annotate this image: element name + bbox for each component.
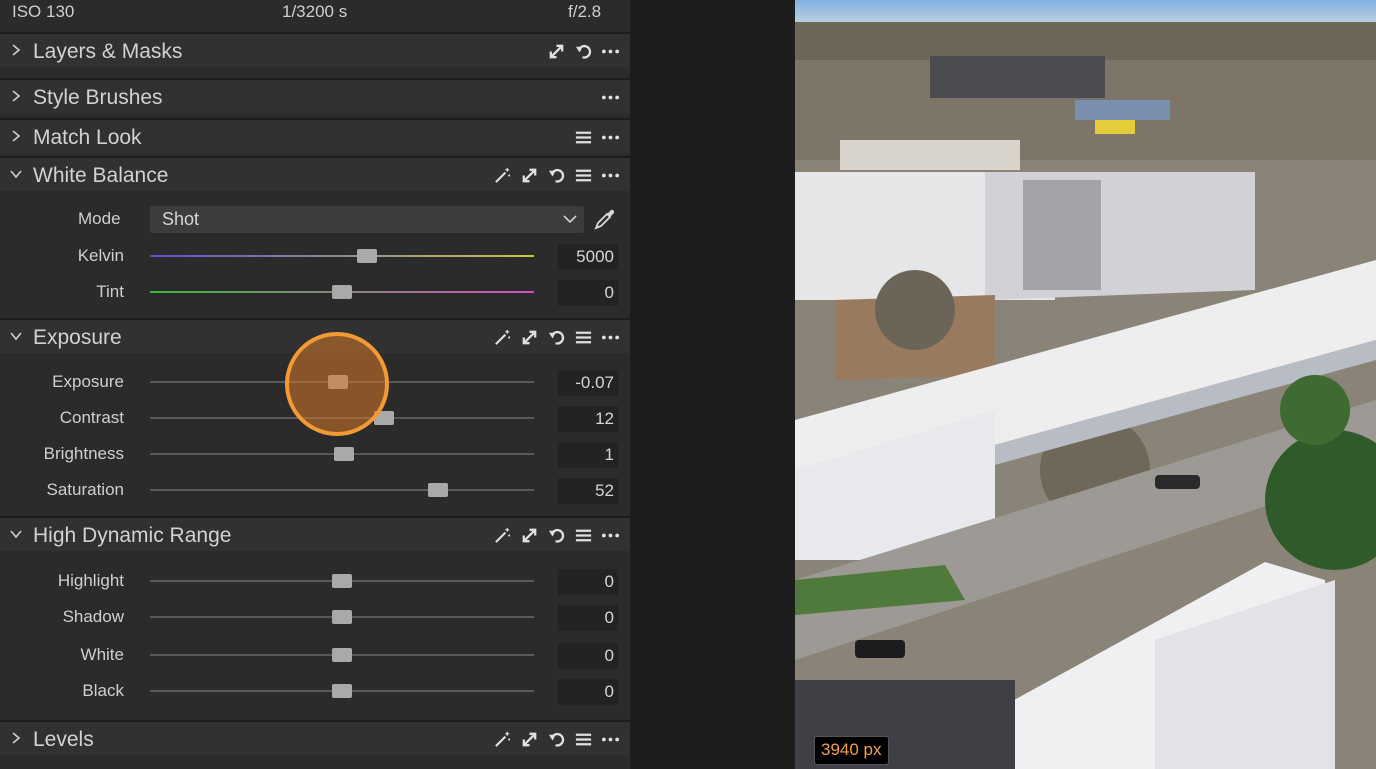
image-size-badge: 3940 px	[814, 736, 889, 765]
white-slider-handle[interactable]	[332, 648, 352, 662]
chevron-down-icon[interactable]	[8, 164, 24, 184]
tool-high-dynamic-range[interactable]: High Dynamic Range	[0, 516, 630, 551]
tool-panel: ISO 130 1/3200 s f/2.8 Layers & Masks St…	[0, 0, 630, 769]
presets-menu-icon[interactable]	[574, 328, 593, 347]
tool-title: Levels	[33, 728, 94, 751]
slider-label: Exposure	[52, 372, 124, 391]
chevron-right-icon[interactable]	[8, 86, 24, 106]
expand-icon[interactable]	[520, 730, 539, 749]
white-value-field[interactable]: 0	[558, 643, 618, 669]
shadow-slider-handle[interactable]	[332, 610, 352, 624]
slider-row-black: Black 0	[0, 678, 630, 705]
kelvin-slider-track[interactable]	[150, 255, 534, 257]
kelvin-value-field[interactable]: 5000	[558, 244, 618, 270]
tool-title: High Dynamic Range	[33, 524, 232, 547]
black-slider-handle[interactable]	[332, 684, 352, 698]
chevron-down-icon[interactable]	[8, 326, 24, 346]
more-options-icon[interactable]	[601, 88, 620, 107]
slider-label: White	[80, 645, 124, 664]
more-options-icon[interactable]	[601, 526, 620, 545]
tool-layers-masks[interactable]: Layers & Masks	[0, 32, 630, 67]
chevron-right-icon[interactable]	[8, 126, 24, 146]
auto-adjust-wand-icon[interactable]	[493, 166, 512, 185]
more-options-icon[interactable]	[601, 128, 620, 147]
expand-icon[interactable]	[520, 526, 539, 545]
slider-row-white: White 0	[0, 642, 630, 669]
reset-icon[interactable]	[547, 328, 566, 347]
presets-menu-icon[interactable]	[574, 166, 593, 185]
more-options-icon[interactable]	[601, 166, 620, 185]
slider-label: Highlight	[57, 571, 124, 590]
mode-select[interactable]: Shot	[150, 206, 584, 233]
auto-adjust-wand-icon[interactable]	[493, 328, 512, 347]
tool-white-balance[interactable]: White Balance	[0, 156, 630, 191]
slider-label: Contrast	[59, 408, 124, 427]
expand-icon[interactable]	[520, 166, 539, 185]
slider-label: Brightness	[43, 444, 124, 463]
expand-icon[interactable]	[547, 42, 566, 61]
image-viewer[interactable]	[795, 0, 1376, 769]
iso-value: ISO 130	[12, 2, 75, 21]
shadow-value-field[interactable]: 0	[558, 605, 618, 631]
tool-title: Layers & Masks	[33, 40, 183, 63]
exposure-value-field[interactable]: -0.07	[558, 370, 618, 396]
tool-title: Exposure	[33, 326, 122, 349]
chevron-right-icon[interactable]	[8, 728, 24, 748]
mode-label: Mode	[78, 209, 121, 228]
tool-style-brushes[interactable]: Style Brushes	[0, 78, 630, 113]
slider-row-saturation: Saturation 52	[0, 477, 630, 504]
tool-title: Style Brushes	[33, 86, 163, 109]
shutter-value: 1/3200 s	[282, 2, 348, 21]
slider-label: Kelvin	[77, 246, 124, 265]
slider-label: Shadow	[62, 607, 124, 626]
slider-row-shadow: Shadow 0	[0, 604, 630, 631]
saturation-slider-track[interactable]	[150, 489, 534, 491]
aerial-photo	[795, 0, 1376, 769]
highlight-value-field[interactable]: 0	[558, 569, 618, 595]
expand-icon[interactable]	[520, 328, 539, 347]
tool-match-look[interactable]: Match Look	[0, 118, 630, 153]
brightness-value-field[interactable]: 1	[558, 442, 618, 468]
color-picker-icon[interactable]	[592, 206, 618, 232]
slider-label: Black	[82, 681, 124, 700]
brightness-slider-handle[interactable]	[333, 447, 354, 461]
slider-label: Tint	[96, 282, 124, 301]
tint-value-field[interactable]: 0	[558, 280, 618, 306]
slider-row-tint: Tint 0	[0, 279, 630, 306]
more-options-icon[interactable]	[601, 42, 620, 61]
presets-menu-icon[interactable]	[574, 526, 593, 545]
reset-icon[interactable]	[547, 730, 566, 749]
black-value-field[interactable]: 0	[558, 679, 618, 705]
panel-divider	[630, 0, 795, 769]
tint-slider-handle[interactable]	[332, 285, 352, 299]
chevron-right-icon[interactable]	[8, 40, 24, 60]
aperture-value: f/2.8	[568, 2, 602, 21]
tool-title: White Balance	[33, 164, 169, 187]
more-options-icon[interactable]	[601, 730, 620, 749]
slider-label: Saturation	[46, 480, 125, 499]
slider-row-kelvin: Kelvin 5000	[0, 243, 630, 270]
presets-menu-icon[interactable]	[574, 730, 593, 749]
kelvin-slider-handle[interactable]	[356, 249, 377, 263]
reset-icon[interactable]	[574, 42, 593, 61]
cursor-highlight-ring	[285, 332, 389, 436]
reset-icon[interactable]	[547, 526, 566, 545]
tool-levels[interactable]: Levels	[0, 720, 630, 755]
highlight-slider-handle[interactable]	[332, 574, 352, 588]
saturation-value-field[interactable]: 52	[558, 478, 618, 504]
slider-row-brightness: Brightness 1	[0, 441, 630, 468]
chevron-down-icon[interactable]	[8, 524, 24, 544]
contrast-value-field[interactable]: 12	[558, 406, 618, 432]
tool-title: Match Look	[33, 126, 142, 149]
mode-select-value: Shot	[162, 209, 200, 229]
auto-adjust-wand-icon[interactable]	[493, 526, 512, 545]
presets-menu-icon[interactable]	[574, 128, 593, 147]
saturation-slider-handle[interactable]	[428, 483, 448, 497]
capture-info-bar: ISO 130 1/3200 s f/2.8	[0, 0, 630, 30]
chevron-down-icon	[563, 215, 577, 224]
slider-row-highlight: Highlight 0	[0, 568, 630, 595]
reset-icon[interactable]	[547, 166, 566, 185]
more-options-icon[interactable]	[601, 328, 620, 347]
auto-adjust-wand-icon[interactable]	[493, 730, 512, 749]
